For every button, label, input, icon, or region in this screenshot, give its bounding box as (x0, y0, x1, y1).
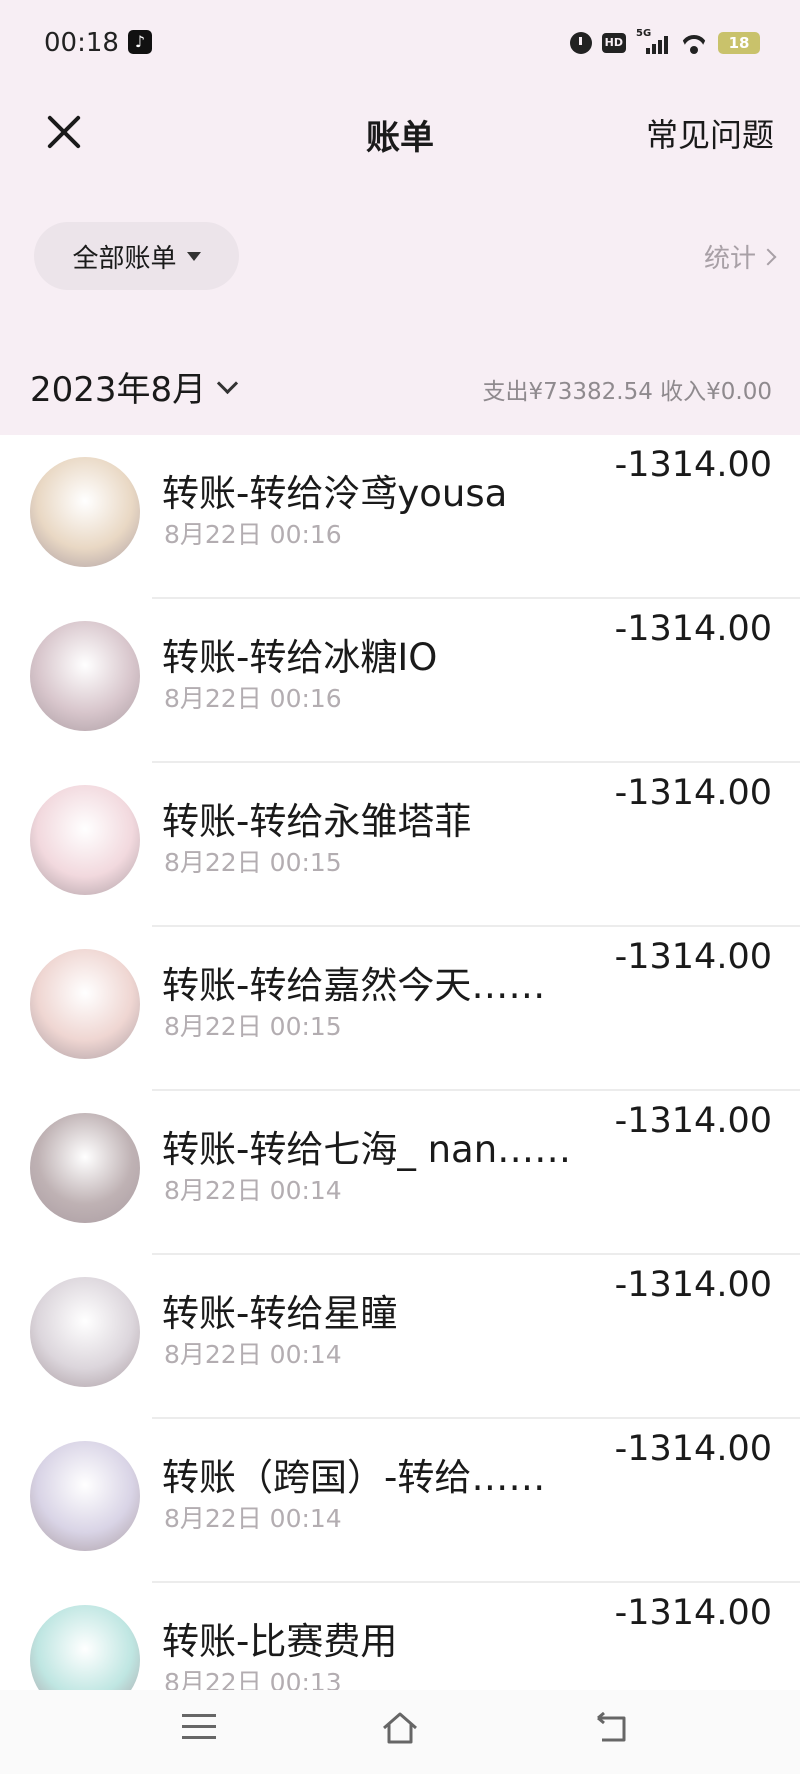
transaction-time: 8月22日 00:15 (164, 848, 342, 877)
transaction-title: 转账-转给永雏塔菲 (162, 800, 472, 843)
transaction-time: 8月22日 00:14 (164, 1504, 342, 1533)
transaction-title: 转账-转给泠鸢yousa (162, 472, 508, 515)
transaction-title: 转账-转给冰糖IO (162, 636, 438, 679)
month-selector[interactable]: 2023年8月 (30, 362, 239, 411)
stats-label: 统计 (703, 244, 756, 274)
transaction-amount: -1314.00 (614, 937, 772, 977)
all-bills-filter-button[interactable]: 全部账单 (34, 222, 239, 290)
status-icons: HD 5G 18 (569, 28, 760, 58)
transaction-title: 转账-转给嘉然今天…… (162, 964, 546, 1007)
status-bar: 00:18 ♪ HD 5G 18 (0, 0, 800, 90)
status-time: 00:18 (44, 28, 119, 58)
chevron-down-icon (217, 372, 239, 395)
chevron-right-icon (759, 248, 777, 265)
transaction-list: 转账-转给泠鸢yousa 8月22日 00:16 -1314.00 转账-转给冰… (0, 435, 800, 1747)
all-bills-label: 全部账单 (72, 243, 177, 274)
transaction-amount: -1314.00 (614, 445, 772, 485)
transaction-title: 转账（跨国）-转给…… (162, 1456, 546, 1499)
nav-header: 账单 常见问题 (0, 90, 800, 180)
transaction-title: 转账-比赛费用 (162, 1620, 398, 1663)
home-icon[interactable] (380, 1710, 420, 1746)
alarm-icon (569, 32, 592, 54)
transaction-amount: -1314.00 (614, 1265, 772, 1305)
avatar (30, 785, 140, 895)
transaction-amount: -1314.00 (614, 1101, 772, 1141)
back-icon[interactable] (594, 1712, 630, 1744)
transaction-amount: -1314.00 (614, 1429, 772, 1469)
month-summary: 支出¥73382.54 收入¥0.00 (482, 379, 772, 405)
triangle-down-icon (186, 251, 201, 261)
transaction-row[interactable]: 转账-转给七海_ nan…… 8月22日 00:14 -1314.00 (0, 1091, 800, 1255)
transaction-time: 8月22日 00:14 (164, 1176, 342, 1205)
transaction-time: 8月22日 00:16 (164, 520, 342, 549)
avatar (30, 457, 140, 567)
transaction-title: 转账-转给星瞳 (162, 1292, 398, 1335)
battery-icon: 18 (718, 32, 760, 54)
transaction-row[interactable]: 转账（跨国）-转给…… 8月22日 00:14 -1314.00 (0, 1419, 800, 1583)
avatar (30, 621, 140, 731)
transaction-amount: -1314.00 (614, 1593, 772, 1633)
avatar (30, 949, 140, 1059)
tiktok-icon: ♪ (128, 30, 152, 54)
transaction-row[interactable]: 转账-转给永雏塔菲 8月22日 00:15 -1314.00 (0, 763, 800, 927)
menu-icon[interactable] (182, 1714, 216, 1740)
transaction-amount: -1314.00 (614, 609, 772, 649)
transaction-row[interactable]: 转账-转给星瞳 8月22日 00:14 -1314.00 (0, 1255, 800, 1419)
hd-icon: HD (601, 33, 626, 53)
system-nav-bar (0, 1690, 800, 1774)
transaction-row[interactable]: 转账-转给冰糖IO 8月22日 00:16 -1314.00 (0, 599, 800, 763)
transaction-row[interactable]: 转账-转给泠鸢yousa 8月22日 00:16 -1314.00 (0, 435, 800, 599)
avatar (30, 1113, 140, 1223)
transaction-time: 8月22日 00:15 (164, 1012, 342, 1041)
transaction-amount: -1314.00 (614, 773, 772, 813)
transaction-row[interactable]: 转账-转给嘉然今天…… 8月22日 00:15 -1314.00 (0, 927, 800, 1091)
stats-link[interactable]: 统计 (703, 238, 777, 275)
transaction-title: 转账-转给七海_ nan…… (162, 1128, 572, 1171)
avatar (30, 1441, 140, 1551)
faq-link[interactable]: 常见问题 (646, 110, 774, 156)
avatar (30, 1277, 140, 1387)
wifi-icon (680, 32, 708, 54)
transaction-time: 8月22日 00:16 (164, 684, 342, 713)
transaction-time: 8月22日 00:14 (164, 1340, 342, 1369)
month-label: 2023年8月 (30, 370, 207, 410)
signal-icon: 5G (636, 28, 670, 54)
